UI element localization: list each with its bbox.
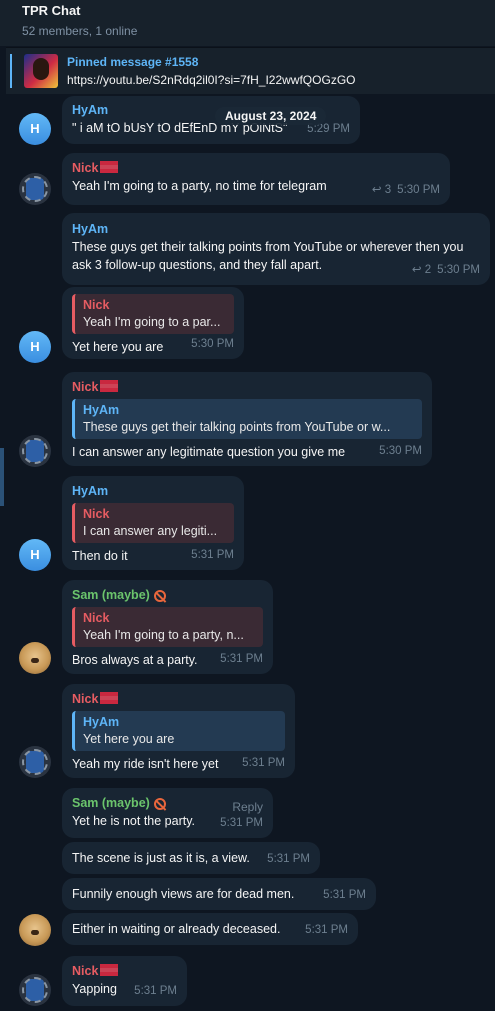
reply-arrow-icon[interactable]: ↩ 2 — [412, 264, 431, 276]
flag-icon — [100, 380, 119, 392]
quoted-sender: Nick — [83, 298, 110, 312]
message-time: 5:31 PM — [220, 653, 263, 665]
flag-icon — [100, 692, 119, 704]
quoted-sender: HyAm — [83, 403, 120, 417]
message-bubble[interactable]: HyAm Nick I can answer any legiti... The… — [62, 476, 244, 570]
flag-icon — [100, 161, 119, 173]
avatar[interactable] — [19, 435, 51, 467]
sender-name[interactable]: Nick — [72, 690, 285, 708]
message-bubble[interactable]: Funnily enough views are for dead men. 5… — [62, 878, 376, 910]
quoted-message[interactable]: Nick I can answer any legiti... — [72, 503, 234, 543]
chat-title: TPR Chat — [22, 3, 81, 18]
scroll-indicator — [0, 448, 4, 506]
message-text: I can answer any legitimate question you… — [72, 445, 346, 459]
avatar[interactable]: H — [19, 331, 51, 363]
message-time: 5:31 PM — [134, 985, 177, 997]
date-separator: August 23, 2024 — [215, 107, 327, 125]
flag-icon — [100, 964, 119, 976]
sender-name[interactable]: Sam (maybe) — [72, 586, 263, 604]
message-text: Funnily enough views are for dead men. — [72, 887, 295, 901]
message-time: 5:31 PM — [267, 853, 310, 865]
pinned-title: Pinned message #1558 — [67, 55, 199, 69]
reply-count: 3 — [384, 184, 392, 196]
message-time: 5:31 PM — [323, 889, 366, 901]
message-bubble[interactable]: Nick Yeah I'm going to a par... Yet here… — [62, 287, 244, 359]
message-time: 5:30 PM — [191, 338, 234, 350]
message-bubble[interactable]: The scene is just as it is, a view. 5:31… — [62, 842, 320, 874]
pinned-text[interactable]: https://youtu.be/S2nRdq2il0I?si=7fH_I22w… — [67, 73, 355, 87]
no-entry-icon — [153, 590, 166, 602]
message-meta: ↩ 3 5:30 PM — [372, 181, 440, 199]
sender-name-label: Nick — [72, 692, 99, 706]
quoted-text: I can answer any legiti... — [83, 524, 218, 538]
no-entry-icon — [153, 798, 166, 810]
message-time: 5:31 PM — [191, 549, 234, 561]
chat-member-count: 52 members, 1 online — [22, 24, 138, 38]
message-time: 5:30 PM — [397, 184, 440, 196]
quoted-text: These guys get their talking points from… — [83, 420, 391, 434]
avatar[interactable] — [19, 914, 51, 946]
message-bubble[interactable]: Either in waiting or already deceased. 5… — [62, 913, 358, 945]
sender-name[interactable]: HyAm — [72, 220, 480, 238]
quoted-text: Yet here you are — [83, 732, 175, 746]
quoted-message[interactable]: Nick Yeah I'm going to a party, n... — [72, 607, 263, 647]
sender-name-label: Nick — [72, 161, 99, 175]
pinned-message-bar[interactable]: Pinned message #1558 https://youtu.be/S2… — [6, 47, 495, 94]
sender-name-label: Nick — [72, 380, 99, 394]
sender-name[interactable]: Nick — [72, 378, 422, 396]
quoted-message[interactable]: HyAm These guys get their talking points… — [72, 399, 422, 439]
message-time: 5:30 PM — [379, 445, 422, 457]
quoted-message[interactable]: HyAm Yet here you are — [72, 711, 285, 751]
message-bubble[interactable]: Nick HyAm Yet here you are Yeah my ride … — [62, 684, 295, 778]
quoted-sender: Nick — [83, 611, 110, 625]
avatar[interactable] — [19, 746, 51, 778]
avatar[interactable]: H — [19, 539, 51, 571]
message-meta: ↩ 2 5:30 PM — [412, 261, 480, 279]
message-time: 5:31 PM — [242, 757, 285, 769]
quoted-sender: HyAm — [83, 715, 120, 729]
reply-count: 2 — [424, 264, 432, 276]
message-bubble[interactable]: HyAm These guys get their talking points… — [62, 213, 490, 285]
message-time: 5:30 PM — [437, 264, 480, 276]
message-time: 5:31 PM — [305, 924, 348, 936]
avatar[interactable] — [19, 642, 51, 674]
reply-arrow-icon[interactable]: ↩ 3 — [372, 184, 391, 196]
sender-name-label: Sam (maybe) — [72, 796, 150, 810]
message-bubble[interactable]: Nick Yeah I'm going to a party, no time … — [62, 153, 450, 205]
pinned-indicator — [10, 54, 12, 88]
quoted-text: Yeah I'm going to a par... — [83, 315, 221, 329]
sender-name[interactable]: Nick — [72, 962, 177, 980]
sender-name[interactable]: Nick — [72, 159, 440, 177]
avatar[interactable] — [19, 974, 51, 1006]
quoted-message[interactable]: Nick Yeah I'm going to a par... — [72, 294, 234, 334]
sender-name-label: Nick — [72, 964, 99, 978]
avatar[interactable] — [19, 173, 51, 205]
quoted-sender: Nick — [83, 507, 110, 521]
message-bubble[interactable]: Sam (maybe) Nick Yeah I'm going to a par… — [62, 580, 273, 674]
sender-name[interactable]: HyAm — [72, 482, 234, 500]
pinned-thumbnail — [24, 54, 58, 88]
message-time: 5:31 PM — [220, 817, 263, 829]
message-bubble[interactable]: Nick HyAm These guys get their talking p… — [62, 372, 432, 466]
chat-header[interactable]: TPR Chat 52 members, 1 online — [0, 0, 495, 46]
avatar[interactable]: H — [19, 113, 51, 145]
message-bubble[interactable]: Sam (maybe) Reply Yet he is not the part… — [62, 788, 273, 838]
sender-name-label: Sam (maybe) — [72, 588, 150, 602]
quoted-text: Yeah I'm going to a party, n... — [83, 628, 244, 642]
message-bubble[interactable]: Nick Yapping 5:31 PM — [62, 956, 187, 1006]
